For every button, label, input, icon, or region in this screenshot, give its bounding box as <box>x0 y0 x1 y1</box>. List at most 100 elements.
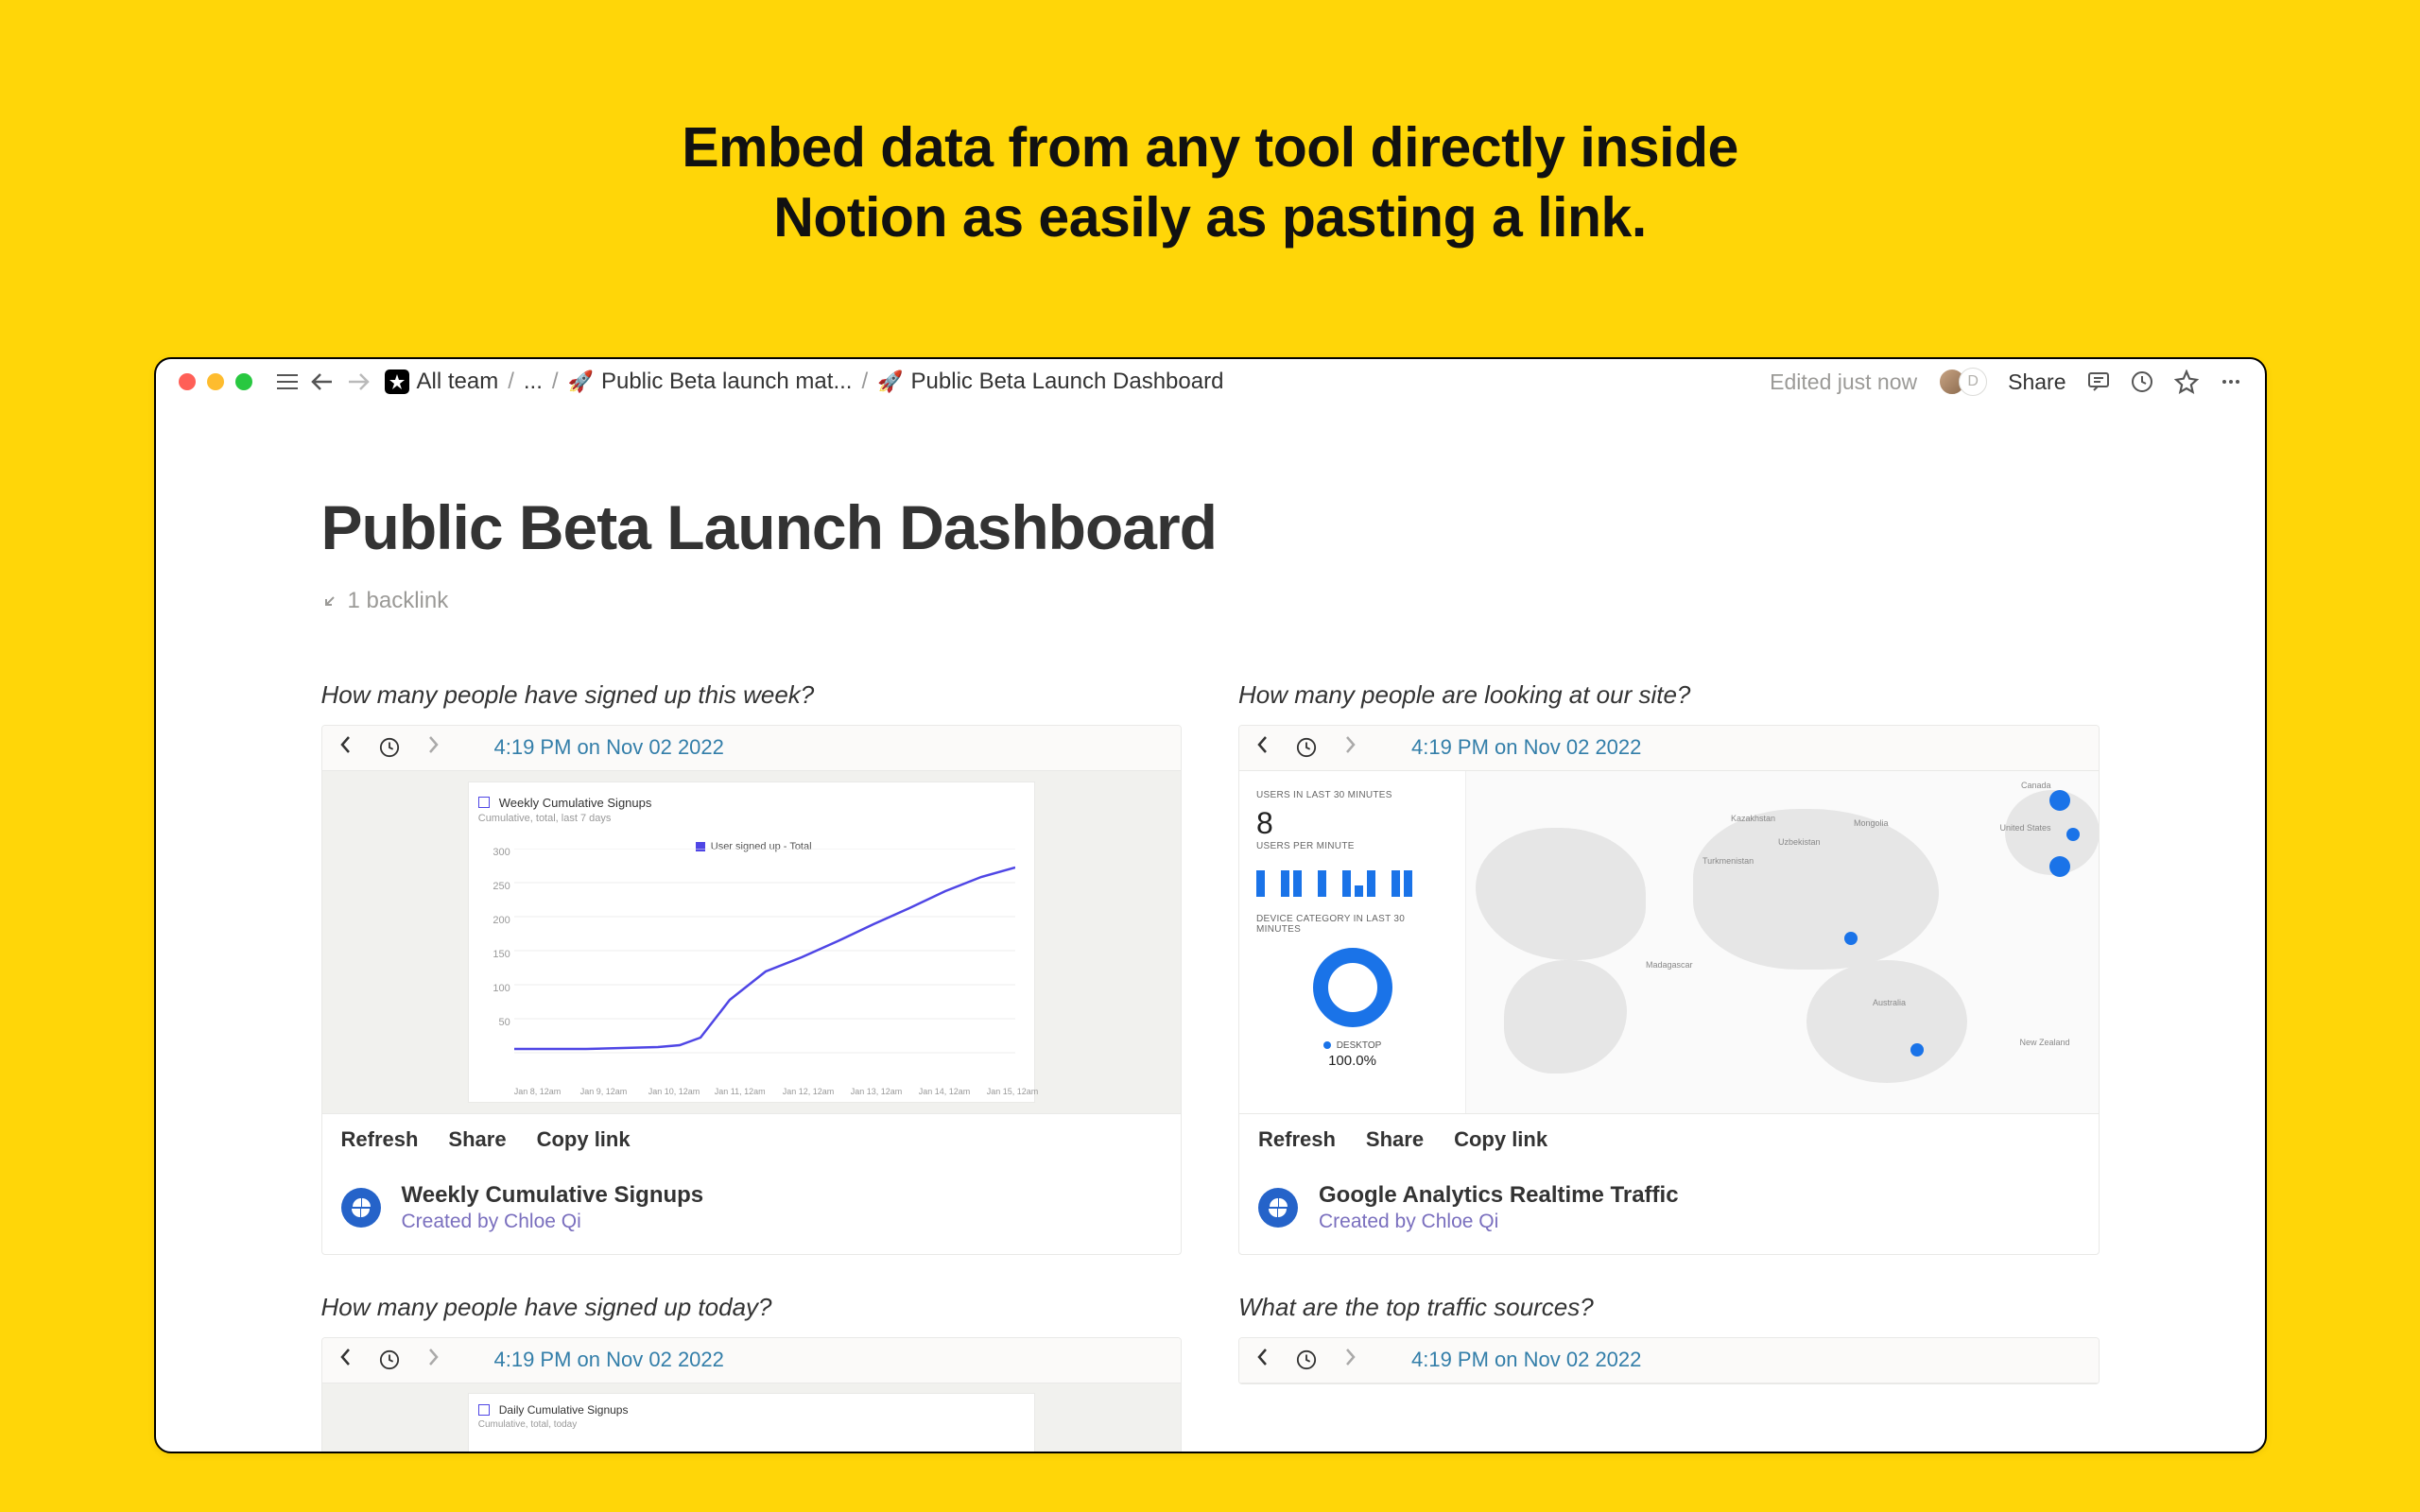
embed-prev-button[interactable] <box>336 1348 356 1372</box>
embed-next-button[interactable] <box>1340 735 1360 760</box>
share-button[interactable]: Share <box>2008 369 2066 395</box>
chart-subtitle: Cumulative, total, today <box>478 1419 1025 1430</box>
presence-initial: D <box>1959 368 1987 396</box>
rocket-icon: 🚀 <box>568 369 594 394</box>
copy-link-button[interactable]: Copy link <box>537 1127 631 1152</box>
more-icon[interactable] <box>2220 370 2242 393</box>
embed-chart-area: Weekly Cumulative Signups Cumulative, to… <box>322 771 1182 1113</box>
forward-button[interactable] <box>347 372 370 391</box>
backlink-button[interactable]: 1 backlink <box>321 588 2100 614</box>
chart-subtitle: Cumulative, total, last 7 days <box>478 813 1025 824</box>
chart-title: Weekly Cumulative Signups <box>478 796 1025 810</box>
section-title: What are the top traffic sources? <box>1238 1293 2100 1322</box>
embed-prev-button[interactable] <box>1253 1348 1273 1372</box>
embed-creator: Created by Chloe Qi <box>1319 1211 1679 1233</box>
window-controls <box>179 373 252 390</box>
headline-line-2: Notion as easily as pasting a link. <box>773 186 1647 249</box>
embed-next-button[interactable] <box>423 1348 443 1372</box>
backlink-label: 1 backlink <box>348 588 449 614</box>
embed-timestamp[interactable]: 4:19 PM on Nov 02 2022 <box>494 735 724 760</box>
section-title: How many people have signed up this week… <box>321 680 1183 710</box>
embed-toolbar: 4:19 PM on Nov 02 2022 <box>1239 1338 2099 1383</box>
breadcrumb-team-label: All team <box>417 369 499 395</box>
headline-line-1: Embed data from any tool directly inside <box>682 116 1738 179</box>
embed-name: Weekly Cumulative Signups <box>402 1182 704 1209</box>
clock-icon[interactable] <box>379 1349 400 1370</box>
daily-chart: Daily Cumulative Signups Cumulative, tot… <box>468 1393 1035 1453</box>
breadcrumb-current[interactable]: 🚀 Public Beta Launch Dashboard <box>877 369 1223 395</box>
share-button[interactable]: Share <box>1366 1127 1424 1152</box>
breadcrumb-parent-ellipsis[interactable]: ... <box>524 369 543 395</box>
marketing-headline: Embed data from any tool directly inside… <box>0 113 2420 253</box>
share-button[interactable]: Share <box>448 1127 506 1152</box>
embed-footer: Weekly Cumulative Signups Created by Chl… <box>322 1165 1182 1254</box>
embed-traffic-sources: 4:19 PM on Nov 02 2022 <box>1238 1337 2100 1384</box>
donut-chart <box>1313 948 1392 1027</box>
embed-actions: Refresh Share Copy link <box>1239 1113 2099 1165</box>
breadcrumb-parent-label: Public Beta launch mat... <box>601 369 852 395</box>
breadcrumb: All team / ... / 🚀 Public Beta launch ma… <box>385 369 1224 395</box>
team-icon <box>385 369 409 394</box>
analytics-label-perminute: USERS PER MINUTE <box>1256 841 1448 851</box>
signups-chart: Weekly Cumulative Signups Cumulative, to… <box>468 782 1035 1103</box>
embed-toolbar: 4:19 PM on Nov 02 2022 <box>322 726 1182 771</box>
embed-next-button[interactable] <box>423 735 443 760</box>
embed-analytics: 4:19 PM on Nov 02 2022 USERS IN LAST 30 … <box>1238 725 2100 1255</box>
signups-line <box>514 849 1015 1057</box>
embed-chart-area: Daily Cumulative Signups Cumulative, tot… <box>322 1383 1182 1453</box>
tool-icon <box>1258 1188 1298 1228</box>
embed-toolbar: 4:19 PM on Nov 02 2022 <box>322 1338 1182 1383</box>
analytics-label-users30: USERS IN LAST 30 MINUTES <box>1256 790 1448 800</box>
breadcrumb-current-label: Public Beta Launch Dashboard <box>911 369 1224 395</box>
embed-footer: Google Analytics Realtime Traffic Create… <box>1239 1165 2099 1254</box>
analytics-per-minute-bars <box>1256 863 1448 897</box>
embed-next-button[interactable] <box>1340 1348 1360 1372</box>
embed-chart-area: USERS IN LAST 30 MINUTES 8 USERS PER MIN… <box>1239 771 2099 1113</box>
comments-icon[interactable] <box>2087 370 2110 393</box>
embed-creator: Created by Chloe Qi <box>402 1211 704 1233</box>
titlebar: All team / ... / 🚀 Public Beta launch ma… <box>156 359 2265 406</box>
back-button[interactable] <box>311 372 334 391</box>
rocket-icon: 🚀 <box>877 369 903 394</box>
analytics-label-device: DEVICE CATEGORY IN LAST 30 MINUTES <box>1256 914 1448 935</box>
embed-daily-signups: 4:19 PM on Nov 02 2022 Daily Cumulative … <box>321 1337 1183 1453</box>
embed-prev-button[interactable] <box>336 735 356 760</box>
embed-toolbar: 4:19 PM on Nov 02 2022 <box>1239 726 2099 771</box>
app-window: All team / ... / 🚀 Public Beta launch ma… <box>154 357 2267 1453</box>
section-title: How many people are looking at our site? <box>1238 680 2100 710</box>
breadcrumb-parent[interactable]: 🚀 Public Beta launch mat... <box>568 369 853 395</box>
analytics-stats-card: USERS IN LAST 30 MINUTES 8 USERS PER MIN… <box>1239 771 1466 1113</box>
zoom-window-button[interactable] <box>235 373 252 390</box>
page-body: Public Beta Launch Dashboard 1 backlink … <box>156 406 2265 1453</box>
backlink-icon <box>321 593 338 610</box>
close-window-button[interactable] <box>179 373 196 390</box>
analytics-value-users30: 8 <box>1256 806 1448 841</box>
embed-prev-button[interactable] <box>1253 735 1273 760</box>
clock-icon[interactable] <box>379 737 400 758</box>
analytics-device-pct: 100.0% <box>1328 1053 1376 1069</box>
page-title: Public Beta Launch Dashboard <box>321 491 2100 563</box>
presence-avatars[interactable]: D <box>1938 368 1987 396</box>
embed-name: Google Analytics Realtime Traffic <box>1319 1182 1679 1209</box>
clock-icon[interactable] <box>1296 1349 1317 1370</box>
breadcrumb-team[interactable]: All team <box>385 369 499 395</box>
embed-timestamp[interactable]: 4:19 PM on Nov 02 2022 <box>1411 1348 1641 1372</box>
favorite-icon[interactable] <box>2174 369 2199 394</box>
edited-status: Edited just now <box>1770 369 1917 395</box>
sidebar-toggle-icon[interactable] <box>277 373 298 390</box>
copy-link-button[interactable]: Copy link <box>1454 1127 1547 1152</box>
embed-weekly-signups: 4:19 PM on Nov 02 2022 Weekly Cumulative… <box>321 725 1183 1255</box>
chart-title: Daily Cumulative Signups <box>478 1403 1025 1417</box>
embed-timestamp[interactable]: 4:19 PM on Nov 02 2022 <box>494 1348 724 1372</box>
refresh-button[interactable]: Refresh <box>1258 1127 1336 1152</box>
tool-icon <box>341 1188 381 1228</box>
refresh-button[interactable]: Refresh <box>341 1127 419 1152</box>
updates-icon[interactable] <box>2131 370 2153 393</box>
embed-actions: Refresh Share Copy link <box>322 1113 1182 1165</box>
clock-icon[interactable] <box>1296 737 1317 758</box>
section-title: How many people have signed up today? <box>321 1293 1183 1322</box>
analytics-device-label: DESKTOP <box>1323 1040 1382 1051</box>
embed-timestamp[interactable]: 4:19 PM on Nov 02 2022 <box>1411 735 1641 760</box>
analytics-map: Kazakhstan Uzbekistan Turkmenistan Mongo… <box>1466 771 2099 1113</box>
minimize-window-button[interactable] <box>207 373 224 390</box>
